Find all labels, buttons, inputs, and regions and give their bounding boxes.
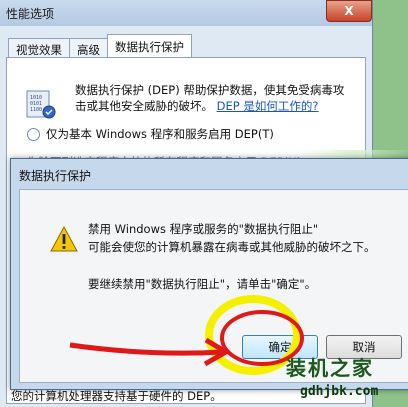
dep-help-link[interactable]: DEP 是如何工作的? (217, 99, 319, 113)
watermark-logo-text: 装机之家 (286, 356, 374, 380)
dep-shield-icon: 1010 0101 1100 (26, 90, 56, 119)
dialog-message-line1: 禁用 Windows 程序或服务的"数据执行阻止" (88, 222, 319, 236)
warning-icon (50, 226, 78, 252)
close-button[interactable]: X (326, 0, 372, 22)
title-bar: 性能选项 (0, 0, 372, 26)
svg-text:1100: 1100 (30, 107, 42, 113)
dialog-message-line3: 要继续禁用"数据执行阻止"，请单击"确定"。 (88, 277, 317, 291)
dialog-title: 数据执行保护 (19, 169, 92, 183)
radio-button[interactable] (27, 127, 40, 141)
close-icon: X (344, 4, 354, 18)
dep-option-essential[interactable]: 仅为基本 Windows 程序和服务启用 DEP(T) (27, 126, 274, 142)
watermark-url: gdhjbk.com (300, 384, 379, 399)
hardware-dep-status: 您的计算机处理器支持基于硬件的 DEP。 (11, 389, 222, 403)
dep-description: 数据执行保护 (DEP) 帮助保护数据，使其免受病毒攻击或其他安全威胁的破坏。 … (75, 82, 355, 114)
dep-option-essential-label: 仅为基本 Windows 程序和服务启用 DEP(T) (46, 127, 274, 141)
window-title: 性能选项 (6, 6, 55, 21)
dialog-message-line2: 可能会使您的计算机暴露在病毒或其他威胁的破坏之下。 (88, 240, 376, 254)
